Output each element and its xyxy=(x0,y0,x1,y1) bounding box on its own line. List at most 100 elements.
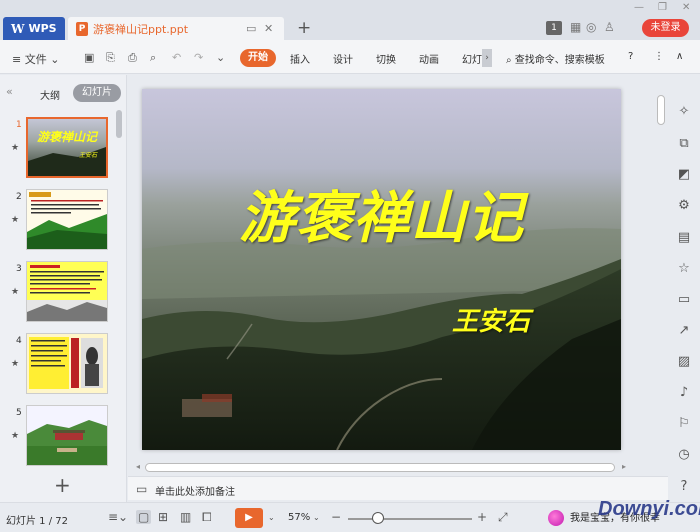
slide-thumbnail-item[interactable]: 4 ★ xyxy=(0,331,115,395)
tab-insert[interactable]: 插入 xyxy=(290,51,310,66)
vertical-scroll-thumb[interactable] xyxy=(657,95,665,125)
print-icon[interactable]: ⎙ xyxy=(128,51,137,65)
close-window-icon[interactable]: ✕ xyxy=(682,2,690,13)
zoom-in-icon[interactable]: + xyxy=(477,510,487,524)
title-bar: — ❐ ✕ W WPS P 游褒禅山记ppt.ppt ▭ ✕ + 1 ▦ ◎ ♙… xyxy=(0,0,700,40)
collapse-ribbon-icon[interactable]: ∧ xyxy=(676,51,683,62)
command-search-label: 查找命令、搜索模板 xyxy=(514,55,605,66)
ribbon-scroll-right-icon[interactable]: › xyxy=(482,49,492,67)
slide-thumbnail-item[interactable]: 1 ★ 游褒禅山记 王安石 xyxy=(0,115,115,179)
slide-thumbnail-list: 1 ★ 游褒禅山记 王安石 2 ★ 3 ★ 4 ★ 5 ★ xyxy=(0,110,115,470)
play-slideshow-button[interactable]: ▶ xyxy=(235,508,263,528)
properties-icon[interactable]: ⚙ xyxy=(675,197,693,215)
magic-wand-icon[interactable]: ✧ xyxy=(675,103,693,121)
tab-animation[interactable]: 动画 xyxy=(419,51,439,66)
slide-thumbnail-3[interactable] xyxy=(26,261,108,322)
ribbon-toolbar: ≡ 文件 ⌄ ▣ ⎘ ⎙ ⌕ ↶ ↷ ⌄ 开始 插入 设计 切换 动画 幻灯 ›… xyxy=(0,40,700,74)
tab-slideshow[interactable]: 幻灯 xyxy=(462,51,482,66)
picture-icon[interactable]: ▨ xyxy=(675,353,693,371)
scroll-left-icon[interactable]: ◂ xyxy=(136,462,140,471)
document-tab[interactable]: P 游褒禅山记ppt.ppt ▭ ✕ xyxy=(68,17,284,40)
play-options-icon[interactable]: ⌄ xyxy=(268,513,275,522)
document-tab-label: 游褒禅山记ppt.ppt xyxy=(93,22,189,36)
ppt-file-icon: P xyxy=(76,21,88,36)
box-icon[interactable]: ▭ xyxy=(675,291,693,309)
undo-icon[interactable]: ↶ xyxy=(172,51,181,64)
add-slide-button[interactable]: + xyxy=(54,473,71,497)
cloud-icon[interactable]: ◎ xyxy=(586,20,596,34)
tab-start[interactable]: 开始 xyxy=(240,49,276,67)
shirt-skin-icon[interactable]: ♙ xyxy=(604,20,615,34)
slide-thumbnail-1[interactable]: 游褒禅山记 王安石 xyxy=(26,117,108,178)
horizontal-scroll-thumb[interactable] xyxy=(145,463,615,472)
image-gallery-icon[interactable]: ▤ xyxy=(675,229,693,247)
save-icon[interactable]: ▣ xyxy=(84,51,94,64)
notes-area[interactable]: ▭ 单击此处添加备注 xyxy=(128,476,668,500)
copy-format-icon[interactable]: ⧉ xyxy=(675,135,693,153)
zoom-slider-knob[interactable] xyxy=(372,512,384,524)
help-icon[interactable]: ? xyxy=(628,51,633,62)
tab-transition[interactable]: 切换 xyxy=(376,51,396,66)
thumbnail-scroll-thumb[interactable] xyxy=(116,110,122,138)
presenter-view-icon[interactable]: ⧠ xyxy=(202,510,212,525)
slide-sorter-icon[interactable]: ⊞ xyxy=(158,510,168,524)
fit-window-icon[interactable]: ⤢ xyxy=(498,510,508,525)
slide-number: 5 xyxy=(16,408,22,418)
normal-view-icon[interactable]: ▢ xyxy=(136,510,152,524)
zoom-slider[interactable] xyxy=(348,518,472,520)
thumb-title: 游褒禅山记 xyxy=(37,130,99,144)
slide-thumbnail-item[interactable]: 2 ★ xyxy=(0,187,115,251)
align-menu-icon[interactable]: ≡⌄ xyxy=(108,510,128,524)
collapse-panel-icon[interactable]: « xyxy=(6,85,13,98)
reading-view-icon[interactable]: ▥ xyxy=(180,510,191,524)
slide-title[interactable]: 游褒禅山记 xyxy=(142,173,621,254)
current-slide[interactable]: 游褒禅山记 王安石 xyxy=(142,89,621,450)
layout-icon[interactable]: ▦ xyxy=(570,20,581,34)
slide-thumbnail-item[interactable]: 3 ★ xyxy=(0,259,115,323)
animation-star-icon: ★ xyxy=(11,143,20,153)
redo-icon[interactable]: ↷ xyxy=(194,51,203,64)
print-preview-icon[interactable]: ⌕ xyxy=(150,51,156,65)
window-count-badge[interactable]: 1 xyxy=(546,21,562,35)
export-pdf-icon[interactable]: ⎘ xyxy=(106,51,115,65)
wps-logo-icon: W xyxy=(11,21,25,36)
pin-tab-icon[interactable]: ▭ xyxy=(246,22,256,35)
tab-design[interactable]: 设计 xyxy=(333,51,353,66)
slide-thumbnail-4[interactable] xyxy=(26,333,108,394)
audio-icon[interactable]: ♪ xyxy=(675,384,693,402)
tab-slides[interactable]: 幻灯片 xyxy=(73,84,121,102)
more-options-icon[interactable]: ⋮ xyxy=(654,51,664,62)
help-circle-icon[interactable]: ? xyxy=(675,478,693,496)
vertical-scrollbar[interactable] xyxy=(655,90,667,475)
zoom-out-icon[interactable]: − xyxy=(331,510,341,524)
slide-thumbnail-2[interactable] xyxy=(26,189,108,250)
slide-author[interactable]: 王安石 xyxy=(452,301,530,338)
horizontal-scrollbar[interactable] xyxy=(143,462,618,474)
customize-quick-access-icon[interactable]: ⌄ xyxy=(216,51,225,64)
document-assist-icon[interactable]: ⚐ xyxy=(675,415,693,433)
restore-icon[interactable]: ❐ xyxy=(658,2,667,13)
login-button[interactable]: 未登录 xyxy=(642,19,689,37)
thumb-author: 王安石 xyxy=(79,151,98,159)
slide-thumbnail-5[interactable] xyxy=(26,405,108,466)
scroll-right-icon[interactable]: ▸ xyxy=(622,462,626,471)
file-menu-button[interactable]: ≡ 文件 ⌄ xyxy=(12,51,59,67)
right-side-toolbar: ✧ ⧉ ◩ ⚙ ▤ ☆ ▭ ↗ ▨ ♪ ⚐ ◷ ? xyxy=(668,95,700,500)
slide-navigation-panel: « 大纲 幻灯片 1 ★ 游褒禅山记 王安石 2 ★ 3 ★ 4 ★ 5 ★ + xyxy=(0,75,127,502)
favorite-star-icon[interactable]: ☆ xyxy=(675,260,693,278)
close-tab-icon[interactable]: ✕ xyxy=(264,22,273,35)
slide-thumbnail-item[interactable]: 5 ★ xyxy=(0,403,115,467)
history-icon[interactable]: ◷ xyxy=(675,446,693,464)
zoom-level[interactable]: 57% xyxy=(288,512,310,523)
command-search[interactable]: ⌕ 查找命令、搜索模板 xyxy=(506,51,605,66)
wps-home-tab[interactable]: W WPS xyxy=(3,17,65,40)
share-icon[interactable]: ↗ xyxy=(675,322,693,340)
slide-number: 3 xyxy=(16,264,22,274)
shapes-icon[interactable]: ◩ xyxy=(675,166,693,184)
watermark-site: Downyi.com xyxy=(598,498,700,520)
thumbnail-scrollbar[interactable] xyxy=(116,110,122,470)
tab-outline[interactable]: 大纲 xyxy=(40,87,60,102)
minimize-icon[interactable]: — xyxy=(634,2,644,13)
new-tab-button[interactable]: + xyxy=(297,18,311,38)
zoom-dropdown-icon[interactable]: ⌄ xyxy=(313,513,320,522)
